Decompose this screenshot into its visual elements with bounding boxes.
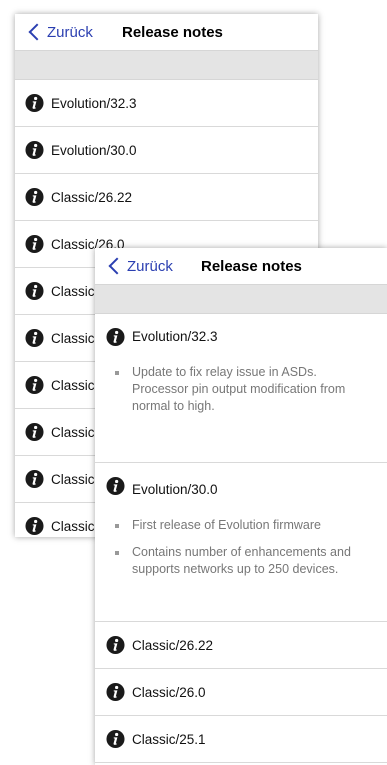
section-header-band <box>15 51 318 80</box>
info-icon <box>25 376 44 395</box>
page-title: Release notes <box>201 258 302 275</box>
release-label: Evolution/32.3 <box>132 329 218 344</box>
release-label: Classic <box>51 377 95 393</box>
nav-bar: Zurück Release notes <box>95 248 387 285</box>
release-label: Classic/26.22 <box>132 637 214 653</box>
info-icon <box>25 470 44 489</box>
back-button[interactable]: Zurück <box>27 21 93 43</box>
bullet-icon <box>115 371 119 375</box>
back-button[interactable]: Zurück <box>107 255 173 277</box>
release-label: Classic <box>51 283 95 299</box>
release-item[interactable]: Classic/26.22 <box>95 622 387 669</box>
info-icon <box>25 141 44 160</box>
release-item-expanded[interactable]: Evolution/30.0 First release of Evolutio… <box>95 463 387 622</box>
info-icon <box>106 328 125 347</box>
back-label: Zurück <box>127 257 173 275</box>
page-title: Release notes <box>122 24 223 41</box>
bullet-icon <box>115 551 119 555</box>
release-label: Evolution/30.0 <box>132 482 218 497</box>
release-label: Classic/25.1 <box>132 731 206 747</box>
nav-bar: Zurück Release notes <box>15 14 318 51</box>
release-item[interactable]: Evolution/32.3 <box>15 80 318 127</box>
release-item[interactable]: Classic/25.1 <box>95 716 387 763</box>
info-icon <box>25 235 44 254</box>
info-icon <box>25 517 44 536</box>
release-item[interactable]: Evolution/30.0 <box>15 127 318 174</box>
release-note: Update to fix relay issue in ASDs. Proce… <box>95 364 387 415</box>
info-icon <box>25 423 44 442</box>
info-icon <box>25 188 44 207</box>
release-label: Classic <box>51 424 95 440</box>
release-item[interactable]: Classic/26.0 <box>95 669 387 716</box>
info-icon <box>106 683 125 702</box>
release-list: Classic/26.22 Classic/26.0 Classic/25.1 <box>95 622 387 763</box>
bullet-icon <box>115 524 119 528</box>
section-header-band <box>95 285 387 314</box>
back-label: Zurück <box>47 23 93 41</box>
release-item[interactable]: Classic/26.22 <box>15 174 318 221</box>
release-item-expanded[interactable]: Evolution/32.3 Update to fix relay issue… <box>95 314 387 463</box>
release-note: Contains number of enhancements and supp… <box>95 544 387 578</box>
release-label: Classic <box>51 471 95 487</box>
info-icon <box>25 329 44 348</box>
info-icon <box>106 636 125 655</box>
info-icon <box>106 730 125 749</box>
release-label: Evolution/30.0 <box>51 142 137 158</box>
release-note: First release of Evolution firmware <box>95 517 387 534</box>
release-label: Evolution/32.3 <box>51 95 137 111</box>
release-label: Classic/26.0 <box>132 684 206 700</box>
front-screenshot: Zurück Release notes Evolution/32.3 Upda… <box>95 248 387 765</box>
release-label: Classic <box>51 518 95 534</box>
info-icon <box>106 477 125 496</box>
chevron-left-icon <box>108 257 126 275</box>
info-icon <box>25 282 44 301</box>
release-label: Classic <box>51 330 95 346</box>
info-icon <box>25 94 44 113</box>
release-label: Classic/26.22 <box>51 189 133 205</box>
chevron-left-icon <box>28 23 46 41</box>
